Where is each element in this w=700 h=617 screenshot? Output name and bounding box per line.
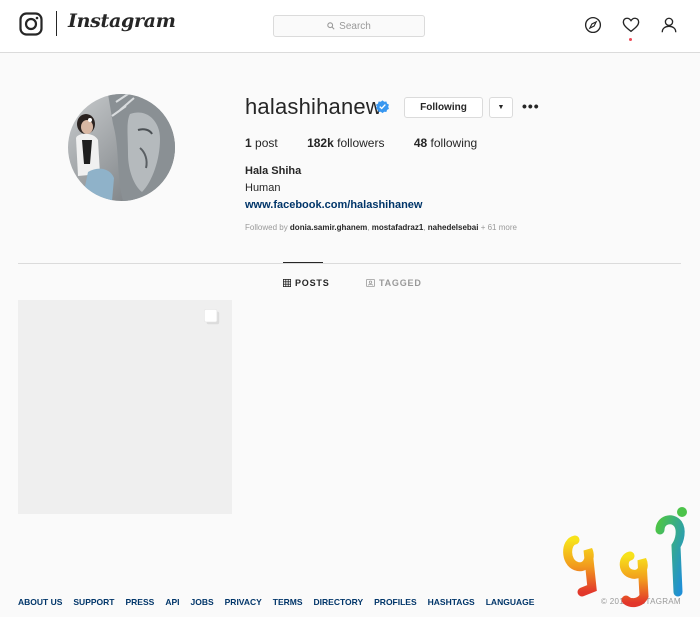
post-thumbnail[interactable] [18, 300, 232, 514]
tagged-icon [366, 279, 375, 287]
caret-down-icon: ▼ [497, 104, 505, 111]
footer-link[interactable]: HASHTAGS [428, 597, 475, 607]
posts-count: 1 post [245, 136, 278, 150]
followed-by[interactable]: Followed by donia.samir.ghanem, mostafad… [245, 223, 517, 232]
carousel-icon [203, 308, 220, 325]
footer-link[interactable]: PROFILES [374, 597, 417, 607]
profile-avatar[interactable] [68, 94, 175, 201]
followed-by-prefix: Followed by [245, 223, 288, 232]
profile-bio: Human [245, 182, 281, 194]
notification-dot [629, 38, 632, 41]
profile-full-name: Hala Shiha [245, 165, 302, 177]
footer-link[interactable]: JOBS [190, 597, 213, 607]
footer-link[interactable]: LANGUAGE [486, 597, 535, 607]
instagram-camera-icon[interactable] [19, 12, 43, 36]
explore-compass-icon[interactable] [584, 16, 602, 34]
tab-tagged-label: TAGGED [379, 278, 422, 288]
activity-heart-icon[interactable] [622, 16, 640, 34]
followers-count[interactable]: 182k followers [307, 136, 384, 150]
grid-icon [283, 279, 291, 287]
following-button[interactable]: Following [404, 97, 483, 118]
tab-posts[interactable]: POSTS [283, 278, 330, 288]
followed-by-more[interactable]: + 61 more [481, 223, 517, 232]
tabs-divider [18, 263, 681, 264]
footer-link[interactable]: SUPPORT [73, 597, 114, 607]
search-icon [327, 22, 335, 30]
instagram-wordmark[interactable]: Instagram [68, 10, 176, 32]
footer-link[interactable]: TERMS [273, 597, 303, 607]
footer-link[interactable]: ABOUT US [18, 597, 62, 607]
verified-badge-icon [376, 100, 389, 114]
suggestions-dropdown-button[interactable]: ▼ [489, 97, 513, 118]
profile-person-icon[interactable] [660, 16, 678, 34]
search-input[interactable]: Search [273, 15, 425, 37]
search-placeholder: Search [339, 20, 371, 32]
watermark-logo [563, 507, 692, 608]
footer-link[interactable]: PRIVACY [225, 597, 262, 607]
top-nav: Instagram Search [0, 0, 700, 53]
following-count[interactable]: 48 following [414, 136, 477, 150]
profile-username: halashihanew [245, 94, 382, 119]
footer-links: ABOUT US SUPPORT PRESS API JOBS PRIVACY … [18, 597, 545, 607]
followed-by-account[interactable]: donia.samir.ghanem [290, 223, 367, 232]
logo-divider [56, 11, 57, 36]
footer-link[interactable]: DIRECTORY [314, 597, 364, 607]
profile-stats: 1 post 182k followers 48 following [245, 136, 503, 150]
profile-website-link[interactable]: www.facebook.com/halashihanew [245, 199, 422, 211]
more-options-icon[interactable]: ••• [522, 98, 540, 114]
tab-tagged[interactable]: TAGGED [366, 278, 422, 288]
footer-link[interactable]: PRESS [125, 597, 154, 607]
followed-by-account[interactable]: mostafadraz1 [372, 223, 424, 232]
tab-posts-label: POSTS [295, 278, 330, 288]
footer-link[interactable]: API [165, 597, 179, 607]
active-tab-indicator [283, 262, 323, 263]
followed-by-account[interactable]: nahedelsebai [428, 223, 479, 232]
